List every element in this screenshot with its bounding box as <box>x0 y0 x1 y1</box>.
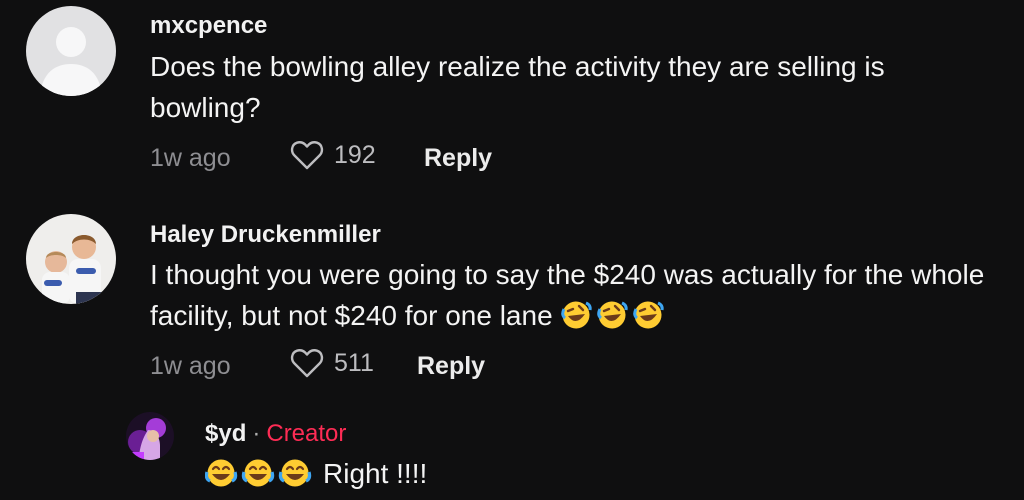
reply-username[interactable]: $yd · Creator <box>205 420 346 448</box>
like-button[interactable]: 192 <box>290 140 376 170</box>
reply-button[interactable]: Reply <box>424 144 492 173</box>
user-avatar[interactable] <box>26 214 116 304</box>
creator-badge: Creator <box>266 420 347 447</box>
comment-username[interactable]: mxcpence <box>150 12 267 40</box>
comment-timestamp: 1w ago <box>150 144 231 172</box>
heart-icon <box>290 348 324 378</box>
like-count: 192 <box>334 140 376 169</box>
reply-button[interactable]: Reply <box>417 352 485 381</box>
tears-of-joy-emoji-icon <box>204 457 315 500</box>
comment-text: Does the bowling alley realize the activ… <box>150 51 885 123</box>
reply-text-content: Right !!!! <box>323 458 428 489</box>
creator-avatar[interactable] <box>126 412 174 460</box>
comment-username[interactable]: Haley Druckenmiller <box>150 221 381 249</box>
comment-timestamp: 1w ago <box>150 352 231 380</box>
like-count: 511 <box>334 348 374 377</box>
like-button[interactable]: 511 <box>290 348 374 378</box>
comment-text: I thought you were going to say the $240… <box>150 254 1020 342</box>
heart-icon <box>290 140 324 170</box>
default-avatar-icon[interactable] <box>26 6 116 96</box>
separator-dot: · <box>252 420 261 447</box>
rofl-emoji-icon <box>560 299 668 342</box>
reply-text: Right !!!! <box>204 453 905 500</box>
reply-username-text: $yd <box>205 420 247 447</box>
